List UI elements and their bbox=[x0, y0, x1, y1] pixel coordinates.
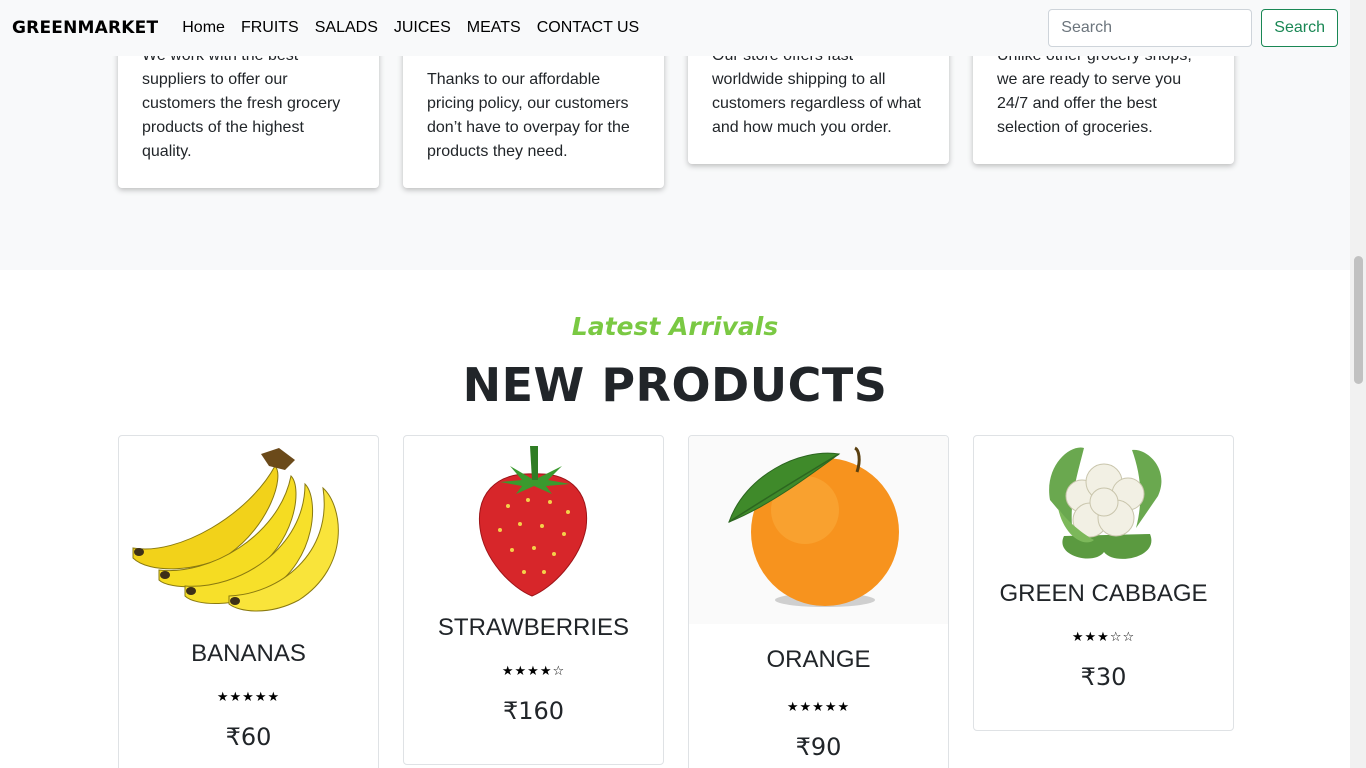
section-eyebrow: Latest Arrivals bbox=[571, 312, 779, 341]
feature-text: Our store offers fast worldwide shipping… bbox=[712, 47, 921, 136]
product-card-orange[interactable]: ORANGE ★★★★★ ₹90 bbox=[688, 435, 949, 768]
feature-card-quality: We work with the best suppliers to offer… bbox=[118, 36, 379, 188]
product-image-bananas[interactable] bbox=[119, 436, 378, 618]
product-card-strawberries[interactable]: STRAWBERRIES ★★★★☆ ₹160 bbox=[403, 435, 664, 765]
product-image-strawberries[interactable] bbox=[404, 436, 663, 600]
feature-card-pricing: Thanks to our affordable pricing policy,… bbox=[403, 36, 664, 188]
nav-link-home[interactable]: Home bbox=[182, 19, 225, 37]
strawberry-illustration bbox=[478, 446, 588, 597]
product-name: GREEN CABBAGE bbox=[999, 580, 1208, 607]
product-name: ORANGE bbox=[766, 646, 871, 673]
search-form: Search bbox=[1048, 9, 1338, 47]
orange-illustration bbox=[728, 446, 899, 607]
rating-stars: ★★★★☆ bbox=[501, 664, 566, 679]
product-name: STRAWBERRIES bbox=[437, 614, 630, 641]
feature-text: We work with the best suppliers to offer… bbox=[142, 47, 341, 160]
section-heading: NEW PRODUCTS bbox=[462, 358, 888, 412]
product-price: ₹60 bbox=[225, 723, 272, 751]
feature-text: Unlike other grocery shops, we are ready… bbox=[997, 47, 1192, 136]
search-input[interactable] bbox=[1048, 9, 1253, 47]
nav-link-contact[interactable]: CONTACT US bbox=[537, 19, 640, 37]
nav-link-meats[interactable]: MEATS bbox=[467, 19, 521, 37]
nav-link-juices[interactable]: JUICES bbox=[394, 19, 451, 37]
banana-illustration bbox=[132, 448, 339, 612]
product-card-green-cabbage[interactable]: GREEN CABBAGE ★★★☆☆ ₹30 bbox=[973, 435, 1234, 731]
feature-text: Thanks to our affordable pricing policy,… bbox=[427, 71, 630, 160]
top-navbar: GREENMARKET Home FRUITS SALADS JUICES ME… bbox=[0, 0, 1350, 56]
nav-links: Home FRUITS SALADS JUICES MEATS CONTACT … bbox=[182, 19, 655, 37]
nav-link-fruits[interactable]: FRUITS bbox=[241, 19, 299, 37]
product-price: ₹90 bbox=[795, 733, 842, 761]
product-price: ₹30 bbox=[1080, 663, 1127, 691]
rating-stars: ★★★★★ bbox=[786, 700, 851, 715]
search-button[interactable]: Search bbox=[1261, 9, 1338, 47]
product-price: ₹160 bbox=[502, 697, 565, 725]
scrollbar-thumb[interactable] bbox=[1354, 256, 1363, 384]
product-image-green-cabbage[interactable] bbox=[974, 436, 1233, 568]
rating-stars: ★★★★★ bbox=[216, 690, 281, 705]
product-card-bananas[interactable]: BANANAS ★★★★★ ₹60 bbox=[118, 435, 379, 768]
brand-logo[interactable]: GREENMARKET bbox=[12, 18, 158, 38]
cauliflower-illustration bbox=[1049, 447, 1162, 559]
page-scrollbar[interactable] bbox=[1350, 0, 1366, 768]
rating-stars: ★★★☆☆ bbox=[1071, 630, 1136, 645]
nav-link-salads[interactable]: SALADS bbox=[315, 19, 378, 37]
product-name: BANANAS bbox=[191, 640, 306, 667]
product-image-orange[interactable] bbox=[689, 436, 948, 624]
